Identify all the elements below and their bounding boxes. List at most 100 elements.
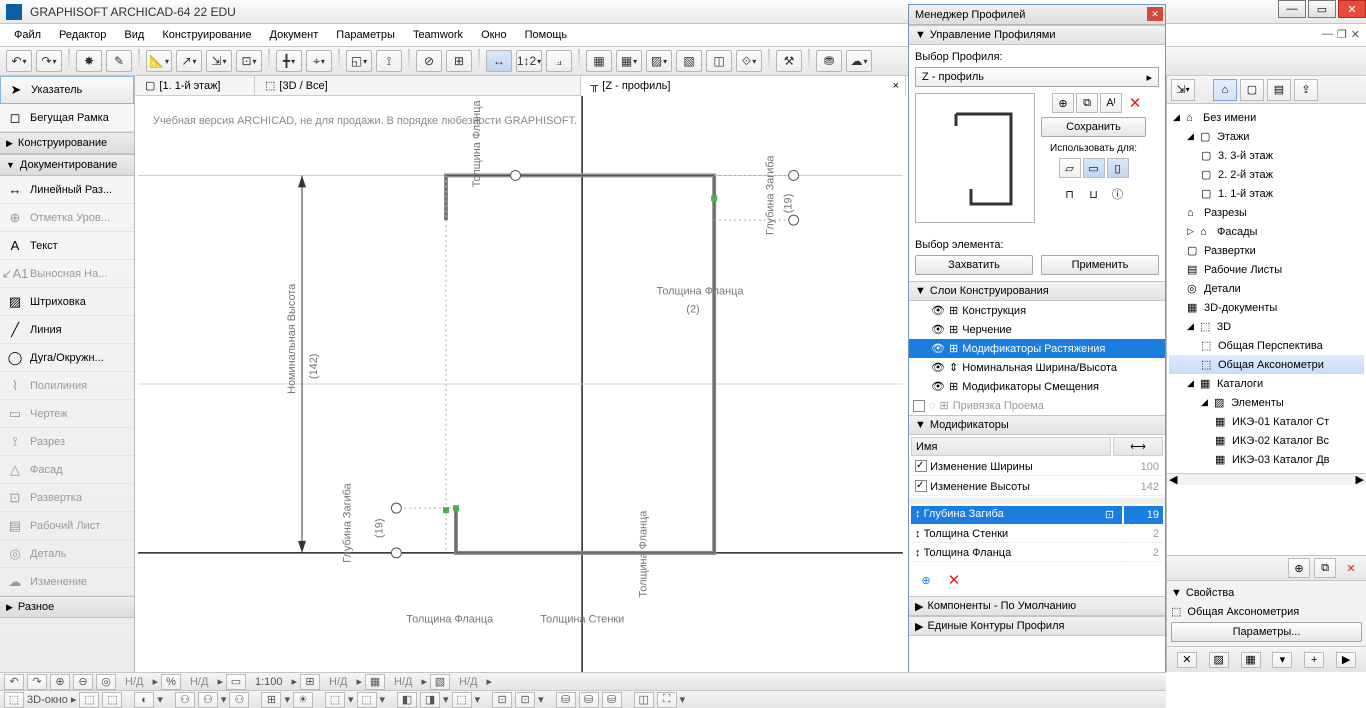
- tool-elevation[interactable]: △Фасад: [0, 456, 134, 484]
- close-button[interactable]: ✕: [1338, 0, 1366, 18]
- tool-layout[interactable]: ▤Рабочий Лист: [0, 512, 134, 540]
- edit-plane-button[interactable]: ◱▾: [346, 50, 372, 72]
- camera4-button[interactable]: ▧: [676, 50, 702, 72]
- scale-value[interactable]: 1:100: [255, 676, 283, 688]
- clone-view-button[interactable]: ⧉: [1314, 558, 1336, 578]
- b10[interactable]: ⬚: [357, 692, 377, 708]
- nav-tab-popup[interactable]: ⇲▾: [1171, 79, 1195, 101]
- panel-close-button[interactable]: ✕: [1147, 7, 1163, 21]
- layer-drafting[interactable]: 👁⊞Черчение: [909, 320, 1165, 339]
- menu-document[interactable]: Документ: [262, 27, 327, 43]
- zoom-out-button[interactable]: ⊖: [73, 674, 93, 690]
- group-misc[interactable]: ▶Разное: [0, 596, 134, 618]
- tab-3d[interactable]: ⬚[3D / Все]: [255, 76, 581, 95]
- section-contours[interactable]: ▶Единые Контуры Профиля: [909, 616, 1165, 636]
- gravity-button[interactable]: ⌖▾: [306, 50, 332, 72]
- tool-linear-dim[interactable]: ↔Линейный Раз...: [0, 176, 134, 204]
- mod-height[interactable]: Изменение Высоты142: [911, 478, 1163, 496]
- snap-guide-button[interactable]: ⇲▾: [206, 50, 232, 72]
- settings-button[interactable]: ⚒: [776, 50, 802, 72]
- opt5-button[interactable]: +: [1304, 652, 1324, 668]
- nav-tab-publisher[interactable]: ⇪: [1294, 79, 1318, 101]
- ruler-button[interactable]: 📐▾: [146, 50, 172, 72]
- perspective-button[interactable]: ◫: [706, 50, 732, 72]
- tree-sections[interactable]: ⌂Разрезы: [1169, 203, 1364, 222]
- menu-view[interactable]: Вид: [116, 27, 152, 43]
- tool-worksheet[interactable]: ⊡Развертка: [0, 484, 134, 512]
- delete-view-button[interactable]: ✕: [1340, 558, 1362, 578]
- tool-arc[interactable]: ◯Дуга/Окружн...: [0, 344, 134, 372]
- tab-close-icon[interactable]: ×: [893, 80, 899, 92]
- add-param-button[interactable]: ⊕: [915, 570, 937, 590]
- scroll-right[interactable]: ▶: [1356, 473, 1364, 486]
- redo-button[interactable]: ↷▾: [36, 50, 62, 72]
- mvo-button[interactable]: ▧: [430, 674, 450, 690]
- doc-restore-button[interactable]: ❐: [1337, 28, 1347, 41]
- b18[interactable]: ⛁: [602, 692, 622, 708]
- menu-file[interactable]: Файл: [6, 27, 49, 43]
- tab-profile[interactable]: ╥[Z - профиль]×: [581, 76, 907, 96]
- checkbox[interactable]: [915, 480, 927, 492]
- cloud-button[interactable]: ☁▾: [846, 50, 872, 72]
- b14[interactable]: ⊡: [492, 692, 512, 708]
- eye-icon[interactable]: 👁: [931, 380, 945, 393]
- undo-button[interactable]: ↶▾: [6, 50, 32, 72]
- camera3-button[interactable]: ▨▾: [646, 50, 672, 72]
- scroll-left[interactable]: ◀: [1169, 473, 1177, 486]
- eye-icon[interactable]: 👁: [931, 361, 945, 374]
- tool-change[interactable]: ☁Изменение: [0, 568, 134, 596]
- dim-text-button[interactable]: 1↕2▾: [516, 50, 542, 72]
- tool-line[interactable]: ╱Линия: [0, 316, 134, 344]
- b1[interactable]: ⬚: [79, 692, 99, 708]
- tree-elevations[interactable]: ▷⌂Фасады: [1169, 222, 1364, 241]
- b13[interactable]: ⬚: [452, 692, 472, 708]
- info-button[interactable]: ⓘ: [1107, 184, 1129, 204]
- duplicate-profile-button[interactable]: ⧉: [1076, 93, 1098, 113]
- properties-header[interactable]: ▼Свойства: [1171, 585, 1362, 601]
- b12[interactable]: ◨: [420, 692, 440, 708]
- inject-button[interactable]: ✎: [106, 50, 132, 72]
- tool-section[interactable]: ⟟Разрез: [0, 428, 134, 456]
- profile-dropdown[interactable]: Z - профиль▸: [915, 67, 1159, 87]
- tree-cat1[interactable]: ▦ИКЭ-01 Каталог Ст: [1169, 412, 1364, 431]
- delete-profile-button[interactable]: ✕: [1124, 93, 1146, 113]
- section-modifiers[interactable]: ▼Модификаторы: [909, 415, 1165, 435]
- menu-help[interactable]: Помощь: [517, 27, 576, 43]
- rename-profile-button[interactable]: Aᴵ: [1100, 93, 1122, 113]
- use-wall-button[interactable]: ▱: [1059, 158, 1081, 178]
- tree-perspective[interactable]: ⬚Общая Перспектива: [1169, 336, 1364, 355]
- menu-teamwork[interactable]: Teamwork: [405, 27, 471, 43]
- frame-icon[interactable]: ⊔: [1083, 184, 1105, 204]
- guide-button[interactable]: ↗▾: [176, 50, 202, 72]
- tool-label[interactable]: ↙A1Выносная На...: [0, 260, 134, 288]
- dim-auto-button[interactable]: ↔: [486, 50, 512, 72]
- tool-polyline[interactable]: ⌇Полилиния: [0, 372, 134, 400]
- tree-catalogs[interactable]: ◢▦Каталоги: [1169, 374, 1364, 393]
- zoom-prev-button[interactable]: ↶: [4, 674, 24, 690]
- b20[interactable]: ⛶: [657, 692, 677, 708]
- new-view-button[interactable]: ⊕: [1288, 558, 1310, 578]
- pick-button[interactable]: ✸: [76, 50, 102, 72]
- eye-icon[interactable]: 👁: [931, 323, 945, 336]
- maximize-button[interactable]: ▭: [1308, 0, 1336, 18]
- tool-text[interactable]: AТекст: [0, 232, 134, 260]
- layer-stretch-mods[interactable]: 👁⊞Модификаторы Растяжения: [909, 339, 1165, 358]
- group-construct[interactable]: ▶Конструирование: [0, 132, 134, 154]
- tree-3ddocs[interactable]: ▦3D-документы: [1169, 298, 1364, 317]
- b19[interactable]: ◫: [634, 692, 654, 708]
- layer-nominal[interactable]: 👁⇕Номинальная Ширина/Высота: [909, 358, 1165, 377]
- suspend-button[interactable]: ⊘: [416, 50, 442, 72]
- tool-level-dim[interactable]: ⊕Отметка Уров...: [0, 204, 134, 232]
- b6[interactable]: ⚇: [229, 692, 249, 708]
- menu-design[interactable]: Конструирование: [154, 27, 259, 43]
- b3[interactable]: ◐: [134, 692, 154, 708]
- minimize-button[interactable]: —: [1278, 0, 1306, 18]
- camera2-button[interactable]: ▦▾: [616, 50, 642, 72]
- param-bend-depth[interactable]: ↕ Глубина Загиба ⊡19: [911, 506, 1163, 524]
- opt2-button[interactable]: ▨: [1209, 652, 1229, 668]
- scale-button[interactable]: ▭: [226, 674, 246, 690]
- apply-button[interactable]: Применить: [1041, 255, 1159, 275]
- tree-cat3[interactable]: ▦ИКЭ-03 Каталог Дв: [1169, 450, 1364, 469]
- rail-icon[interactable]: ⊓: [1059, 184, 1081, 204]
- delete-param-button[interactable]: ✕: [943, 570, 965, 590]
